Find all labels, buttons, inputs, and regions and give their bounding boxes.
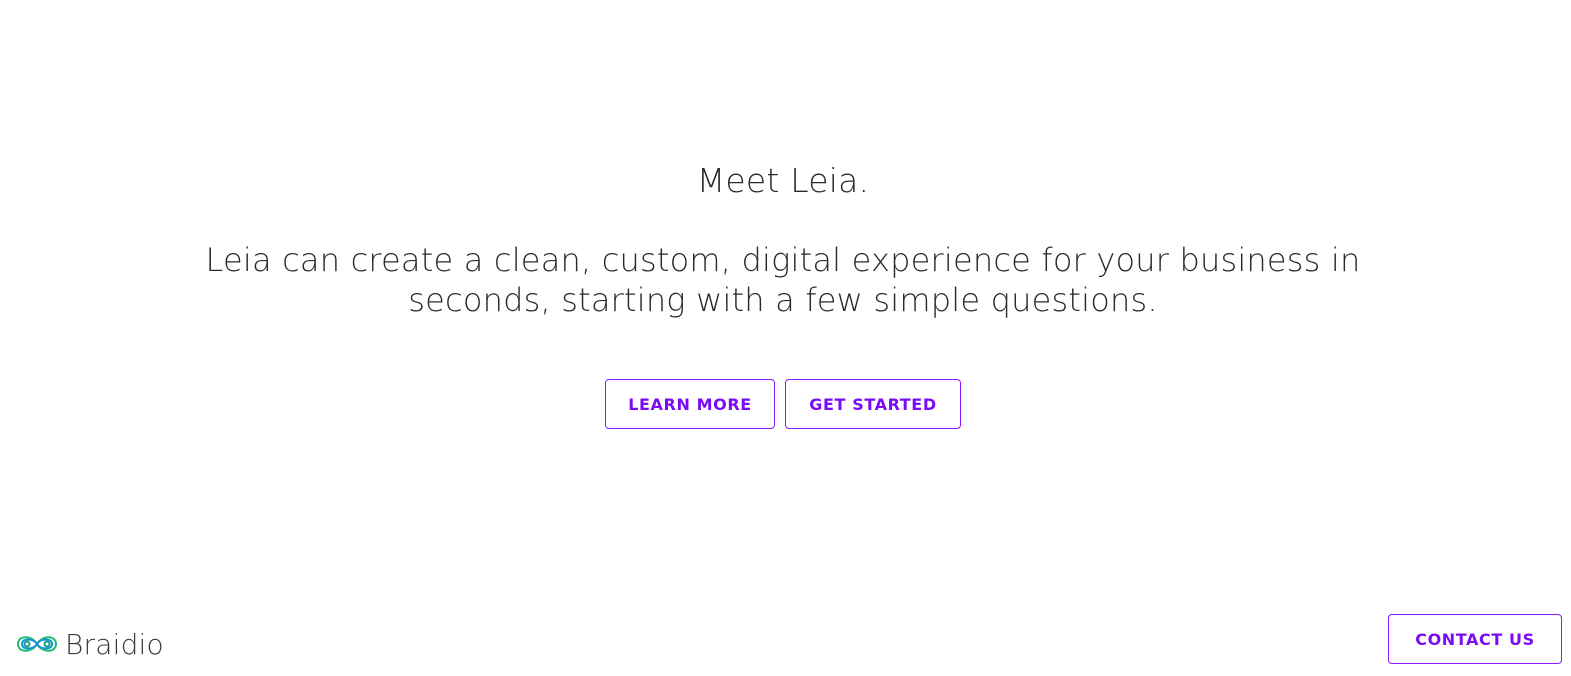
brand-logo[interactable]: Braidio — [14, 626, 164, 662]
hero-headline: Meet Leia. — [696, 161, 870, 200]
hero-tagline: Leia can create a clean, custom, digital… — [205, 241, 1361, 319]
braidio-infinity-logo-icon — [16, 636, 58, 652]
brand-name: Braidio — [65, 627, 164, 661]
learn-more-button[interactable]: LEARN MORE — [605, 379, 775, 429]
get-started-button[interactable]: GET STARTED — [785, 379, 961, 429]
contact-us-button[interactable]: CONTACT US — [1388, 614, 1562, 664]
